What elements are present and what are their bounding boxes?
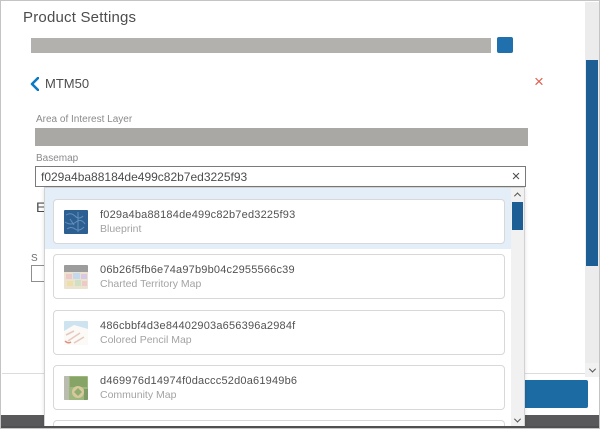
dropdown-scrollbar[interactable]	[511, 188, 524, 429]
basemap-option-colored-pencil[interactable]: 486cbbf4d3e84402903a656396a2984f Colored…	[53, 310, 505, 355]
basemap-dropdown-list: f029a4ba88184de499c82b7ed3225f93 Bluepri…	[44, 187, 525, 429]
scroll-up-icon[interactable]	[511, 188, 524, 201]
basemap-option-name: Colored Pencil Map	[100, 334, 295, 346]
blueprint-thumbnail	[64, 210, 88, 234]
dropdown-scrollbar-thumb[interactable]	[512, 202, 523, 230]
basemap-option-id: f029a4ba88184de499c82b7ed3225f93	[100, 209, 295, 221]
area-of-interest-field-redacted[interactable]	[35, 128, 528, 146]
basemap-option-name: Blueprint	[100, 223, 295, 235]
scroll-down-icon[interactable]	[585, 363, 599, 377]
basemap-option-charted-territory[interactable]: 06b26f5fb6e74a97b9b04c2955566c39 Charted…	[53, 254, 505, 299]
basemap-option-name: Community Map	[100, 389, 297, 401]
blue-square-button[interactable]	[497, 37, 513, 53]
area-of-interest-label: Area of Interest Layer	[36, 114, 132, 125]
basemap-option-id: d469976d14974f0daccc52d0a61949b6	[100, 375, 297, 387]
community-thumbnail	[64, 376, 88, 400]
basemap-option-id: 06b26f5fb6e74a97b9b04c2955566c39	[100, 264, 295, 276]
basemap-option-blueprint[interactable]: f029a4ba88184de499c82b7ed3225f93 Bluepri…	[53, 199, 505, 244]
back-button[interactable]: MTM50	[30, 76, 89, 91]
charted-territory-thumbnail	[64, 265, 88, 289]
back-label: MTM50	[45, 76, 89, 91]
basemap-option-id: 486cbbf4d3e84402903a656396a2984f	[100, 320, 295, 332]
colored-pencil-thumbnail	[64, 321, 88, 345]
primary-action-button[interactable]	[523, 380, 588, 408]
product-settings-dialog: Product Settings MTM50 × Area of Interes…	[0, 0, 600, 429]
basemap-option-community[interactable]: d469976d14974f0daccc52d0a61949b6 Communi…	[53, 365, 505, 410]
page-scrollbar[interactable]	[585, 2, 599, 377]
obscured-label-fragment: S	[31, 253, 38, 264]
basemap-input[interactable]	[35, 166, 526, 187]
basemap-option-name: Charted Territory Map	[100, 278, 295, 290]
basemap-label: Basemap	[36, 153, 78, 164]
page-title: Product Settings	[23, 9, 136, 26]
chevron-left-icon	[30, 77, 39, 91]
obscured-field-fragment	[31, 265, 44, 282]
page-scrollbar-thumb[interactable]	[586, 60, 598, 266]
close-icon[interactable]: ×	[534, 73, 544, 90]
redacted-product-bar	[31, 38, 491, 53]
clear-input-icon[interactable]: ×	[506, 167, 526, 186]
